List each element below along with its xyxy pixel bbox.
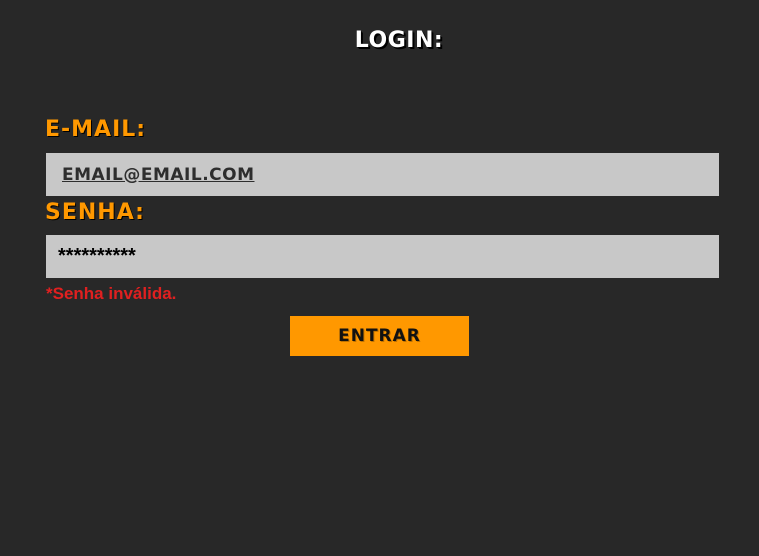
email-label: E-MAIL: (45, 117, 147, 142)
password-label: SENHA: (45, 200, 145, 225)
password-error-message: *Senha inválida. (46, 284, 177, 303)
page-title: LOGIN: (354, 28, 444, 53)
email-input[interactable] (46, 153, 719, 196)
password-input[interactable] (46, 235, 719, 278)
login-submit-button[interactable]: ENTRAR (290, 316, 469, 356)
